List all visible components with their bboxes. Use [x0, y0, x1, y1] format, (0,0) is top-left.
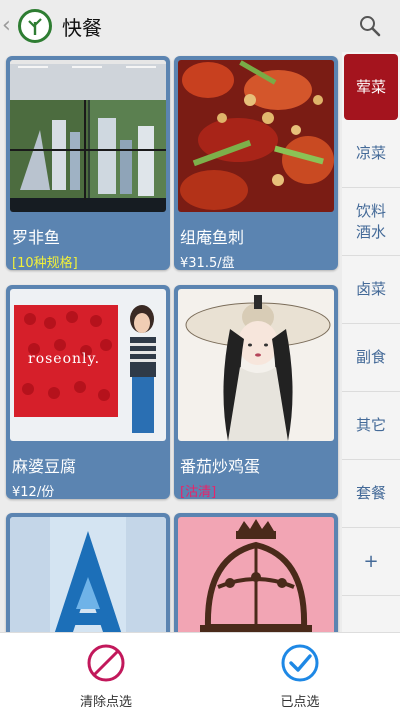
selected-items-label: 已点选	[280, 695, 320, 710]
dish-grid: 罗非鱼 [10种规格] 组庵鱼刺 ¥31.5/盘 roseonly. 麻婆豆腐 …	[0, 52, 342, 632]
dish-spec-label: [10种规格]	[12, 256, 78, 270]
bottom-action-bar: 清除点选 已点选	[0, 632, 400, 711]
clear-selection-button[interactable]: 清除点选	[46, 643, 166, 710]
dish-price: ¥31.5/盘	[180, 256, 235, 270]
dish-image	[178, 289, 334, 441]
category-tab-cold-dishes[interactable]: 凉菜	[342, 120, 400, 188]
dish-image	[178, 517, 334, 632]
page-title: 快餐	[62, 15, 102, 40]
dish-name: 麻婆豆腐	[12, 457, 77, 476]
clear-selection-label: 清除点选	[79, 695, 132, 710]
dish-card[interactable]	[6, 513, 170, 632]
add-category-button[interactable]: +	[342, 528, 400, 596]
category-tab-staples[interactable]: 副食	[342, 324, 400, 392]
dish-card[interactable]: 番茄炒鸡蛋 [沽清]	[174, 285, 338, 499]
selected-items-button[interactable]: 已点选	[240, 643, 360, 710]
dish-name: 番茄炒鸡蛋	[180, 457, 261, 476]
category-tab-drinks-label: 饮料 酒水	[355, 201, 386, 241]
dish-name: 罗非鱼	[12, 228, 61, 247]
app-header: ‹ 快餐	[0, 0, 400, 52]
dish-price: ¥12/份	[12, 485, 55, 499]
dish-image	[10, 60, 166, 212]
category-tab-drinks[interactable]: 饮料 酒水	[342, 188, 400, 256]
category-sidebar: 荤菜 凉菜 饮料 酒水 卤菜 副食 其它 套餐 +	[342, 52, 400, 632]
category-tab-set-meal[interactable]: 套餐	[342, 460, 400, 528]
back-chevron-icon[interactable]: ‹	[2, 15, 16, 37]
dish-image: roseonly.	[10, 289, 166, 441]
dish-image	[178, 60, 334, 212]
category-tab-meat[interactable]: 荤菜	[344, 54, 398, 120]
dish-card[interactable]: roseonly. 麻婆豆腐 ¥12/份	[6, 285, 170, 499]
dish-name: 组庵鱼刺	[180, 228, 245, 247]
category-tab-braised[interactable]: 卤菜	[342, 256, 400, 324]
search-icon[interactable]	[358, 14, 382, 38]
dish-card[interactable]: 组庵鱼刺 ¥31.5/盘	[174, 56, 338, 270]
category-tab-other[interactable]: 其它	[342, 392, 400, 460]
poster-text: roseonly.	[28, 351, 101, 367]
dish-card[interactable]	[174, 513, 338, 632]
sold-out-label: [沽清]	[180, 485, 217, 499]
tree-logo-icon	[18, 9, 52, 43]
app-root: ‹ 快餐 罗非鱼 [10种规格] 组庵鱼刺 ¥31.5/盘 roseonly. …	[0, 0, 400, 711]
check-circle-icon	[281, 644, 319, 682]
dish-card[interactable]: 罗非鱼 [10种规格]	[6, 56, 170, 270]
prohibited-icon	[87, 644, 125, 682]
dish-image	[10, 517, 166, 632]
